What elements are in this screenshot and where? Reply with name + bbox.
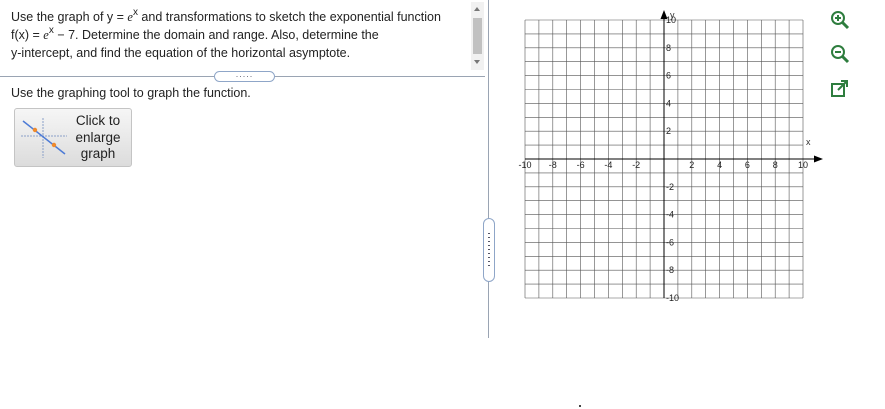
y-tick-label: -2 (666, 182, 674, 192)
y-tick-label: 10 (666, 15, 676, 25)
x-tick-label: -6 (577, 160, 585, 170)
x-tick-label: 6 (745, 160, 750, 170)
x-tick-label: -4 (604, 160, 612, 170)
x-axis-arrow-icon (814, 155, 823, 163)
coordinate-grid[interactable]: xy -10 -8 -6 -4 -2 2 4 6 8 10 10 8 6 4 2 -2 -4 -6 -8 -10 (505, 10, 825, 325)
y-tick-label: 8 (666, 43, 671, 53)
enlarge-graph-button[interactable]: Click to enlarge graph (14, 108, 132, 167)
question-scrollbar[interactable] (471, 2, 484, 70)
x-tick-label: 4 (717, 160, 722, 170)
zoom-out-button[interactable] (829, 43, 851, 65)
x-tick-label: -2 (632, 160, 640, 170)
question-text: Use the graph of y = ex and transformati… (11, 8, 466, 62)
y-tick-label: -6 (666, 237, 674, 247)
external-link-icon (831, 80, 848, 97)
zoom-out-icon (831, 45, 850, 64)
question-line-3: y-intercept, and find the equation of th… (11, 46, 351, 60)
y-tick-label: -4 (666, 210, 674, 220)
stray-dot (579, 405, 581, 407)
y-tick-label: 6 (666, 71, 671, 81)
question-line-2: f(x) = ex − 7. Determine the domain and … (11, 25, 379, 43)
x-tick-label: -8 (549, 160, 557, 170)
x-tick-label: 2 (689, 160, 694, 170)
scroll-thumb[interactable] (473, 18, 482, 54)
scroll-up-icon[interactable] (474, 7, 480, 11)
enlarge-graph-label: Click to enlarge graph (75, 113, 121, 161)
instruction-text: Use the graphing tool to graph the funct… (11, 86, 251, 100)
axes: xy (525, 10, 823, 298)
vertical-divider (488, 0, 489, 338)
question-line-1: Use the graph of y = ex and transformati… (11, 7, 441, 25)
x-tick-label: -10 (518, 160, 531, 170)
y-tick-label: 4 (666, 98, 671, 108)
graph-thumbnail-icon (21, 118, 67, 158)
y-tick-label: 2 (666, 126, 671, 136)
x-axis-label: x (806, 137, 811, 147)
question-pane: Use the graph of y = ex and transformati… (0, 0, 470, 340)
x-tick-label: 8 (773, 160, 778, 170)
scroll-down-icon[interactable] (474, 60, 480, 64)
popout-button[interactable] (829, 78, 851, 100)
vertical-splitter-handle[interactable] (483, 218, 495, 282)
y-tick-label: -10 (666, 293, 679, 303)
splitter-grip-icon (488, 233, 490, 267)
x-tick-label: 10 (798, 160, 808, 170)
zoom-in-button[interactable] (829, 9, 851, 31)
zoom-in-icon (831, 11, 850, 30)
horizontal-splitter-handle[interactable]: ..... (214, 70, 275, 82)
y-tick-label: -8 (666, 265, 674, 275)
